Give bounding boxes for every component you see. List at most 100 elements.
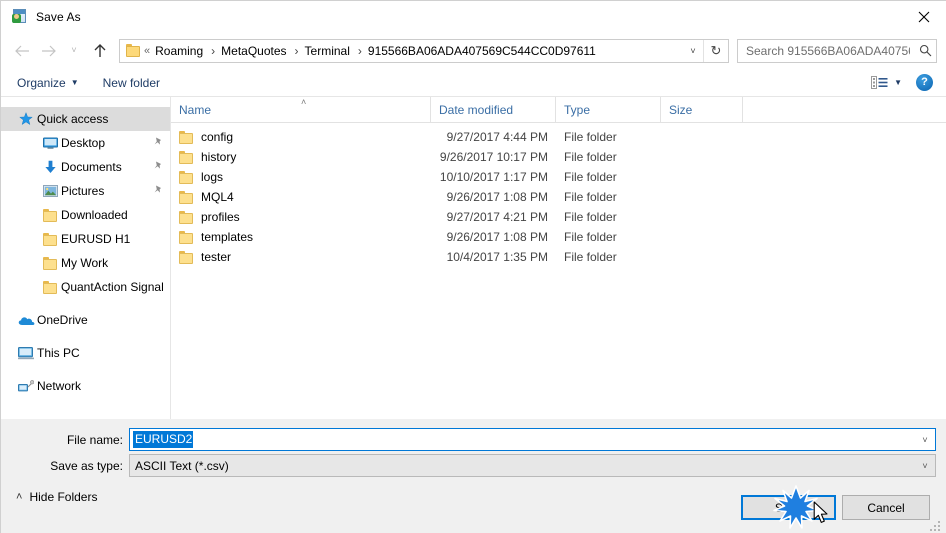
chevron-down-icon[interactable]: ˅ bbox=[915, 455, 935, 476]
breadcrumb-overflow[interactable]: « bbox=[143, 40, 151, 62]
save-as-dialog: Save As ˅ « Roaming › MetaQuotes › Termi… bbox=[0, 0, 946, 533]
file-type: File folder bbox=[564, 250, 617, 264]
title-bar: Save As bbox=[1, 1, 946, 32]
sidebar-item-documents[interactable]: Documents bbox=[1, 155, 170, 179]
breadcrumb-separator[interactable]: › bbox=[291, 40, 301, 62]
view-options-icon[interactable] bbox=[866, 73, 892, 93]
pin-icon[interactable] bbox=[153, 160, 164, 174]
sidebar-item-label: Pictures bbox=[61, 184, 105, 198]
file-type: File folder bbox=[564, 210, 617, 224]
this-pc-icon bbox=[15, 346, 37, 360]
file-name-cell: config bbox=[171, 130, 431, 144]
search-icon[interactable] bbox=[914, 44, 936, 57]
search-box[interactable] bbox=[737, 38, 937, 63]
help-button[interactable]: ? bbox=[916, 74, 933, 91]
table-row[interactable]: MQL4 9/26/2017 1:08 PM File folder bbox=[171, 187, 946, 207]
breadcrumb-separator[interactable]: › bbox=[354, 40, 364, 62]
save-button[interactable]: Save bbox=[741, 495, 836, 520]
file-date: 9/26/2017 10:17 PM bbox=[439, 150, 548, 164]
sort-ascending-icon: ˄ bbox=[301, 97, 307, 107]
file-name-label: File name: bbox=[66, 432, 123, 447]
close-icon[interactable] bbox=[901, 1, 946, 32]
chevron-down-icon: ˅ bbox=[71, 45, 77, 55]
sidebar-item-label: My Work bbox=[61, 256, 109, 270]
sidebar-item-quantaction-signal[interactable]: QuantAction Signal bbox=[1, 275, 170, 299]
file-date: 10/10/2017 1:17 PM bbox=[439, 170, 548, 184]
onedrive-cloud-icon bbox=[15, 315, 37, 326]
file-rows: config 9/27/2017 4:44 PM File folder his… bbox=[171, 123, 946, 267]
file-name-cell: history bbox=[171, 150, 431, 164]
column-header-date-modified[interactable]: Date modified bbox=[431, 97, 556, 123]
table-row[interactable]: logs 10/10/2017 1:17 PM File folder bbox=[171, 167, 946, 187]
file-date: 9/27/2017 4:44 PM bbox=[446, 130, 548, 144]
chevron-down-icon[interactable]: ˅ bbox=[915, 429, 935, 450]
breadcrumb-separator[interactable]: › bbox=[207, 40, 217, 62]
organize-button[interactable]: Organize ▼ bbox=[9, 73, 87, 93]
sidebar-item-desktop[interactable]: Desktop bbox=[1, 131, 170, 155]
hide-folders-button[interactable]: ˄ Hide Folders bbox=[11, 487, 102, 507]
save-as-icon bbox=[11, 8, 28, 25]
sidebar-item-label: QuantAction Signal bbox=[61, 280, 164, 294]
column-header-size[interactable]: Size bbox=[661, 97, 743, 123]
sidebar-item-network[interactable]: Network bbox=[1, 374, 170, 398]
forward-button[interactable] bbox=[35, 38, 61, 64]
sidebar-item-label: Documents bbox=[61, 160, 122, 174]
column-label: Name bbox=[179, 103, 212, 117]
sidebar-item-this-pc[interactable]: This PC bbox=[1, 341, 170, 365]
file-type: File folder bbox=[564, 150, 617, 164]
column-header-type[interactable]: Type bbox=[556, 97, 661, 123]
table-row[interactable]: tester 10/4/2017 1:35 PM File folder bbox=[171, 247, 946, 267]
new-folder-button[interactable]: New folder bbox=[95, 73, 168, 93]
file-name-input[interactable]: EURUSD2 ˅ bbox=[129, 428, 936, 451]
file-name: config bbox=[201, 130, 234, 144]
back-button[interactable] bbox=[9, 38, 35, 64]
command-toolbar: Organize ▼ New folder ▼ ? bbox=[1, 69, 946, 97]
sidebar-item-label: Desktop bbox=[61, 136, 106, 150]
chevron-down-icon: ▼ bbox=[70, 78, 79, 87]
pin-icon[interactable] bbox=[153, 184, 164, 198]
folder-icon bbox=[179, 170, 194, 184]
refresh-icon[interactable]: ↻ bbox=[704, 40, 728, 62]
column-header-name[interactable]: Name ˄ bbox=[171, 97, 431, 123]
chevron-down-icon[interactable]: ▼ bbox=[892, 78, 902, 87]
folder-icon bbox=[39, 208, 61, 222]
file-date: 9/27/2017 4:21 PM bbox=[446, 210, 548, 224]
sidebar-item-my-work[interactable]: My Work bbox=[1, 251, 170, 275]
address-bar[interactable]: « Roaming › MetaQuotes › Terminal › 9155… bbox=[119, 38, 729, 63]
file-date: 10/4/2017 1:35 PM bbox=[446, 250, 548, 264]
breadcrumb-terminal[interactable]: Terminal bbox=[301, 40, 354, 62]
table-row[interactable]: templates 9/26/2017 1:08 PM File folder bbox=[171, 227, 946, 247]
file-name-cell: logs bbox=[171, 170, 431, 184]
table-row[interactable]: config 9/27/2017 4:44 PM File folder bbox=[171, 127, 946, 147]
save-as-type-select[interactable]: ASCII Text (*.csv) ˅ bbox=[129, 454, 936, 477]
sidebar-item-onedrive[interactable]: OneDrive bbox=[1, 308, 170, 332]
breadcrumb-metaquotes[interactable]: MetaQuotes bbox=[217, 40, 290, 62]
sidebar-item-pictures[interactable]: Pictures bbox=[1, 179, 170, 203]
file-name-value[interactable]: EURUSD2 bbox=[133, 431, 194, 448]
cancel-button[interactable]: Cancel bbox=[842, 495, 930, 520]
column-header-extra[interactable] bbox=[743, 97, 946, 123]
search-input[interactable] bbox=[738, 40, 914, 61]
address-dropdown-icon[interactable]: ˅ bbox=[683, 40, 703, 62]
table-row[interactable]: history 9/26/2017 10:17 PM File folder bbox=[171, 147, 946, 167]
file-name-cell: MQL4 bbox=[171, 190, 431, 204]
up-button[interactable] bbox=[87, 38, 113, 64]
recent-locations-button[interactable]: ˅ bbox=[61, 38, 87, 64]
breadcrumb-terminal-id[interactable]: 915566BA06ADA407569C544CC0D97611 bbox=[364, 40, 600, 62]
breadcrumb-roaming[interactable]: Roaming bbox=[151, 40, 207, 62]
file-type: File folder bbox=[564, 230, 617, 244]
file-name: tester bbox=[201, 250, 232, 264]
sidebar-item-label: EURUSD H1 bbox=[61, 232, 131, 246]
file-type: File folder bbox=[564, 190, 617, 204]
navigation-pane: Quick access Desktop Documents Pictures … bbox=[1, 97, 171, 419]
sidebar-item-quick-access[interactable]: Quick access bbox=[1, 107, 170, 131]
sidebar-item-eurusd-h1[interactable]: EURUSD H1 bbox=[1, 227, 170, 251]
save-as-type-row: Save as type: ASCII Text (*.csv) ˅ bbox=[1, 454, 946, 477]
network-icon bbox=[15, 379, 37, 393]
resize-grip[interactable] bbox=[930, 518, 942, 531]
table-row[interactable]: profiles 9/27/2017 4:21 PM File folder bbox=[171, 207, 946, 227]
sidebar-item-downloaded[interactable]: Downloaded bbox=[1, 203, 170, 227]
pin-icon[interactable] bbox=[153, 136, 164, 150]
